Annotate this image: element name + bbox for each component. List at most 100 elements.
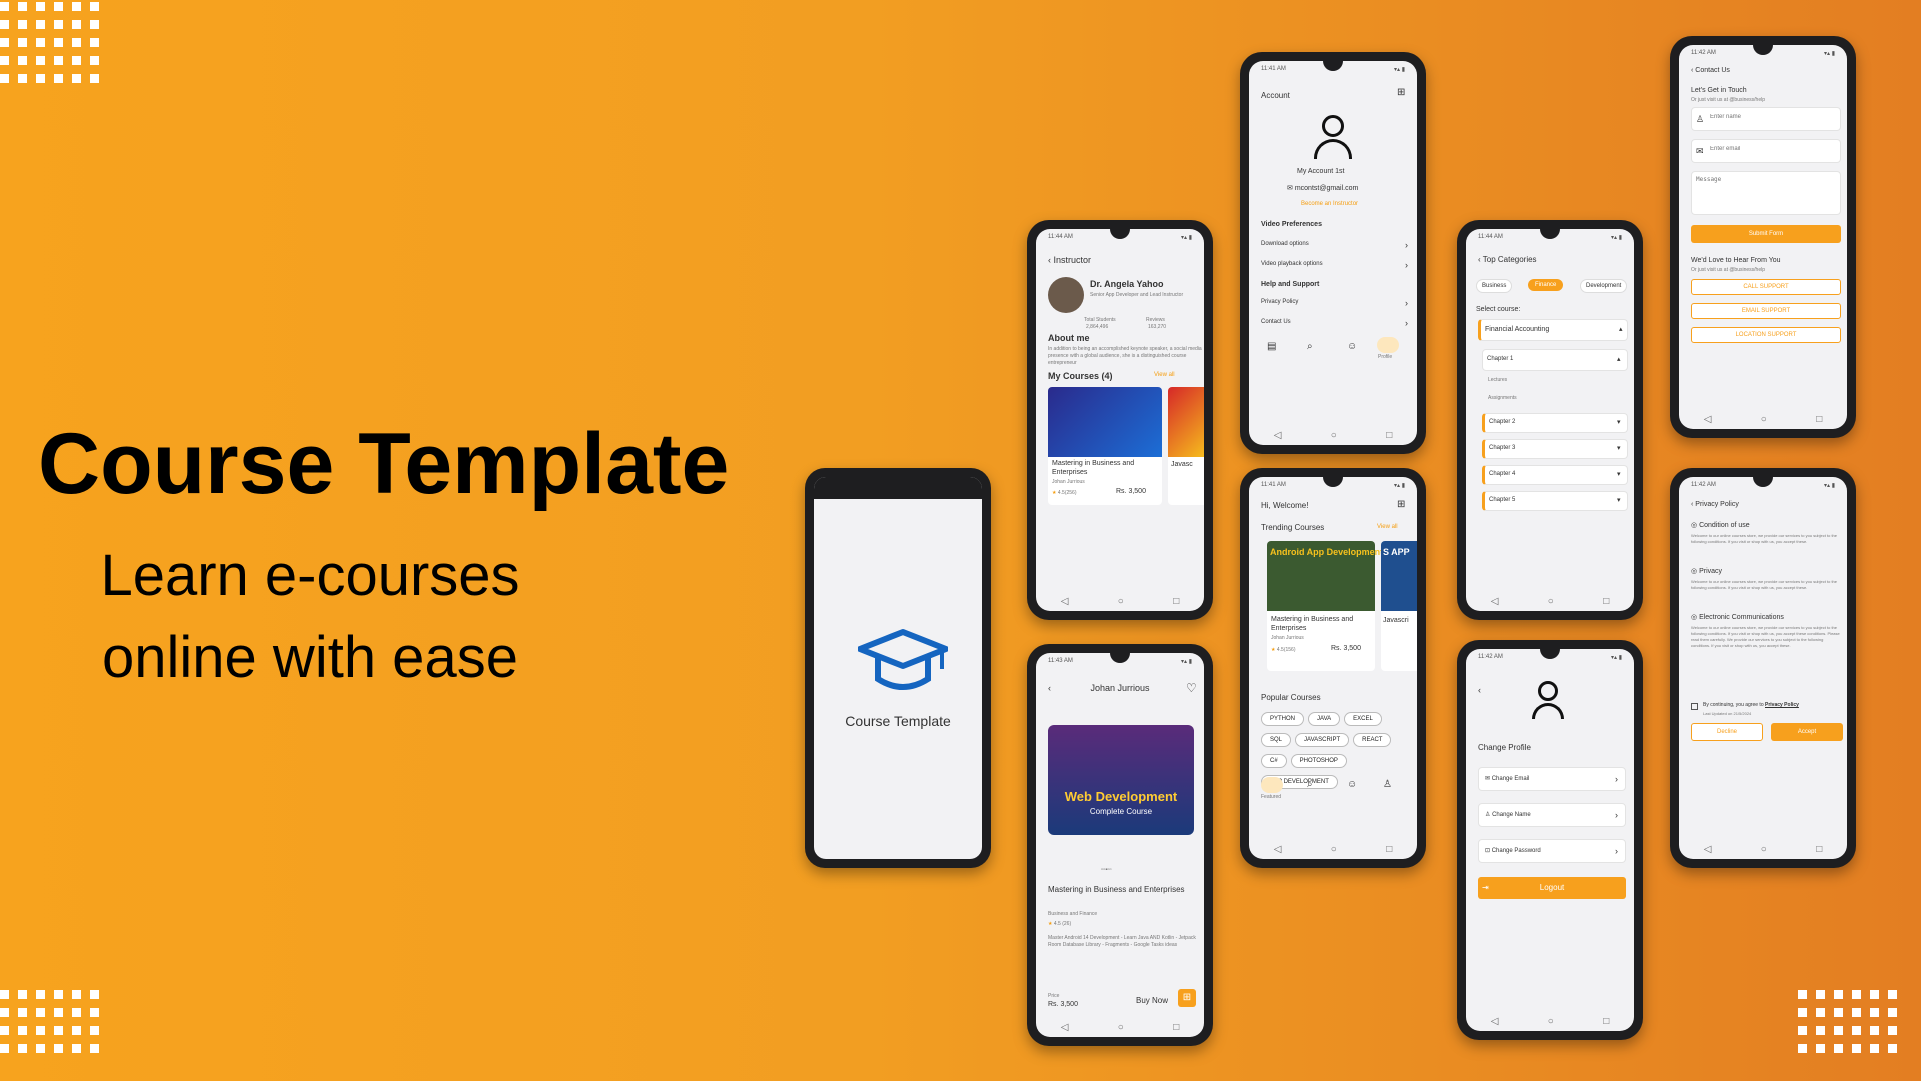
courses-icon[interactable]: ☺ xyxy=(1347,341,1357,352)
nav-recents-icon[interactable]: □ xyxy=(1386,430,1392,441)
nav-home-icon[interactable]: ○ xyxy=(1548,1016,1554,1027)
nav-home-icon[interactable]: ○ xyxy=(1761,844,1767,855)
categories-header[interactable]: ‹ Top Categories xyxy=(1478,255,1537,264)
decline-button[interactable]: Decline xyxy=(1691,723,1763,741)
avatar xyxy=(1048,277,1084,313)
tag-chip[interactable]: REACT xyxy=(1353,733,1392,747)
search-icon[interactable]: ⌕ xyxy=(1307,341,1313,352)
chapter-row[interactable]: Chapter 5 ▾ xyxy=(1482,491,1628,511)
nav-recents-icon[interactable]: □ xyxy=(1173,1022,1179,1033)
nav-recents-icon[interactable]: □ xyxy=(1173,596,1179,607)
courses-icon[interactable]: ☺ xyxy=(1347,779,1357,790)
name-input[interactable] xyxy=(1710,114,1830,120)
featured-icon[interactable]: ▤ xyxy=(1267,341,1276,352)
profile-tab[interactable] xyxy=(1377,337,1399,353)
contact-link[interactable]: Contact Us xyxy=(1261,319,1291,325)
change-name-button[interactable]: ♙ Change Name › xyxy=(1478,803,1626,827)
nav-home-icon[interactable]: ○ xyxy=(1118,596,1124,607)
course-select[interactable]: Financial Accounting ▴ xyxy=(1478,319,1628,341)
tag-chip[interactable]: PHOTOSHOP xyxy=(1290,754,1347,768)
change-password-button[interactable]: ⊡ Change Password › xyxy=(1478,839,1626,863)
tag-chip[interactable]: C# xyxy=(1261,754,1287,768)
nav-home-icon[interactable]: ○ xyxy=(1118,1022,1124,1033)
hero-subtitle-line-1: Learn e-courses xyxy=(100,543,520,608)
contact-header[interactable]: ‹ Contact Us xyxy=(1691,67,1730,74)
privacy-header[interactable]: ‹ Privacy Policy xyxy=(1691,501,1739,508)
profile-icon[interactable]: ♙ xyxy=(1383,779,1392,790)
view-all-link[interactable]: View all xyxy=(1377,524,1398,530)
featured-tab[interactable] xyxy=(1261,777,1283,793)
nav-recents-icon[interactable]: □ xyxy=(1816,844,1822,855)
chapter-label: Chapter 5 xyxy=(1489,497,1516,503)
nav-back-icon[interactable]: ◁ xyxy=(1704,414,1712,425)
chevron-down-icon: ▾ xyxy=(1617,419,1621,426)
cart-icon[interactable]: ⊞ xyxy=(1397,87,1405,98)
cart-icon[interactable]: ⊞ xyxy=(1397,499,1405,510)
call-support-button[interactable]: CALL SUPPORT xyxy=(1691,279,1841,295)
submit-button[interactable]: Submit Form xyxy=(1691,225,1841,243)
chapter-row[interactable]: Chapter 4 ▾ xyxy=(1482,465,1628,485)
email-input[interactable] xyxy=(1710,146,1830,152)
back-icon[interactable]: ‹ xyxy=(1478,685,1481,695)
tag-chip[interactable]: PYTHON xyxy=(1261,712,1305,726)
nav-back-icon[interactable]: ◁ xyxy=(1491,1016,1499,1027)
course-card[interactable]: Android App Development Mastering in Bus… xyxy=(1267,541,1383,671)
nav-back-icon[interactable]: ◁ xyxy=(1061,596,1069,607)
location-support-button[interactable]: LOCATION SUPPORT xyxy=(1691,327,1841,343)
students-value: 2,864,496 xyxy=(1086,324,1109,330)
lectures-item[interactable]: Lectures xyxy=(1488,377,1507,383)
search-icon[interactable]: ⌕ xyxy=(1307,779,1313,790)
logout-button[interactable]: ⇥ Logout xyxy=(1478,877,1626,899)
tag-chip[interactable]: JAVASCRIPT xyxy=(1295,733,1350,747)
change-email-button[interactable]: ✉ Change Email › xyxy=(1478,767,1626,791)
email-field[interactable]: ✉ xyxy=(1691,139,1841,163)
tab-development[interactable]: Development xyxy=(1580,279,1628,293)
nav-back-icon[interactable]: ◁ xyxy=(1704,844,1712,855)
nav-back-icon[interactable]: ◁ xyxy=(1274,430,1282,441)
reviews-value: 163,270 xyxy=(1148,324,1167,330)
download-options[interactable]: Download options xyxy=(1261,241,1309,247)
course-card[interactable]: Javasc xyxy=(1168,387,1204,505)
privacy-policy-link[interactable]: Privacy Policy xyxy=(1765,702,1799,708)
nav-recents-icon[interactable]: □ xyxy=(1603,1016,1609,1027)
agree-checkbox[interactable] xyxy=(1691,703,1698,710)
nav-home-icon[interactable]: ○ xyxy=(1548,596,1554,607)
accept-button[interactable]: Accept xyxy=(1771,723,1843,741)
nav-recents-icon[interactable]: □ xyxy=(1603,596,1609,607)
buy-now-button[interactable]: Buy Now xyxy=(1136,996,1168,1005)
cart-icon[interactable]: ⊞ xyxy=(1178,989,1196,1007)
nav-home-icon[interactable]: ○ xyxy=(1761,414,1767,425)
carousel-dots[interactable]: ▫▫▪▫▫ xyxy=(1101,867,1112,873)
phone-course-detail: 11:43 AM ▾▴ ▮ ‹ Johan Jurrious ♡ Web Deve… xyxy=(1027,644,1213,1046)
name-field[interactable]: ♙ xyxy=(1691,107,1841,131)
assignments-item[interactable]: Assignments xyxy=(1488,395,1517,401)
phone-change-profile: 11:42 AM ▾▴ ▮ ‹ Change Profile ✉ Change E… xyxy=(1457,640,1643,1040)
instructor-header[interactable]: ‹ Instructor xyxy=(1048,255,1091,265)
tag-chip[interactable]: EXCEL xyxy=(1344,712,1382,726)
view-all-link[interactable]: View all xyxy=(1154,372,1175,378)
tag-chip[interactable]: JAVA xyxy=(1308,712,1341,726)
message-field[interactable] xyxy=(1691,171,1841,215)
tab-business[interactable]: Business xyxy=(1476,279,1513,293)
tag-chip[interactable]: SQL xyxy=(1261,733,1292,747)
heart-icon[interactable]: ♡ xyxy=(1186,681,1197,695)
course-card[interactable]: S APP Javascri xyxy=(1381,541,1417,671)
nav-back-icon[interactable]: ◁ xyxy=(1491,596,1499,607)
nav-home-icon[interactable]: ○ xyxy=(1331,844,1337,855)
person-icon: ♙ xyxy=(1696,114,1705,124)
privacy-policy-link[interactable]: Privacy Policy xyxy=(1261,299,1298,305)
chapter-row[interactable]: Chapter 2 ▾ xyxy=(1482,413,1628,433)
chapter-1[interactable]: Chapter 1 ▴ xyxy=(1482,349,1628,371)
playback-options[interactable]: Video playback options xyxy=(1261,261,1323,267)
become-instructor-link[interactable]: Become an Instructor xyxy=(1301,201,1358,207)
chapter-row[interactable]: Chapter 3 ▾ xyxy=(1482,439,1628,459)
nav-home-icon[interactable]: ○ xyxy=(1331,430,1337,441)
email-support-button[interactable]: EMAIL SUPPORT xyxy=(1691,303,1841,319)
nav-back-icon[interactable]: ◁ xyxy=(1061,1022,1069,1033)
course-card[interactable]: Mastering in Business and Enterprises Jo… xyxy=(1048,387,1162,505)
nav-recents-icon[interactable]: □ xyxy=(1386,844,1392,855)
tab-finance[interactable]: Finance xyxy=(1528,279,1564,291)
nav-recents-icon[interactable]: □ xyxy=(1816,414,1822,425)
status-time: 11:42 AM xyxy=(1691,482,1716,488)
nav-back-icon[interactable]: ◁ xyxy=(1274,844,1282,855)
